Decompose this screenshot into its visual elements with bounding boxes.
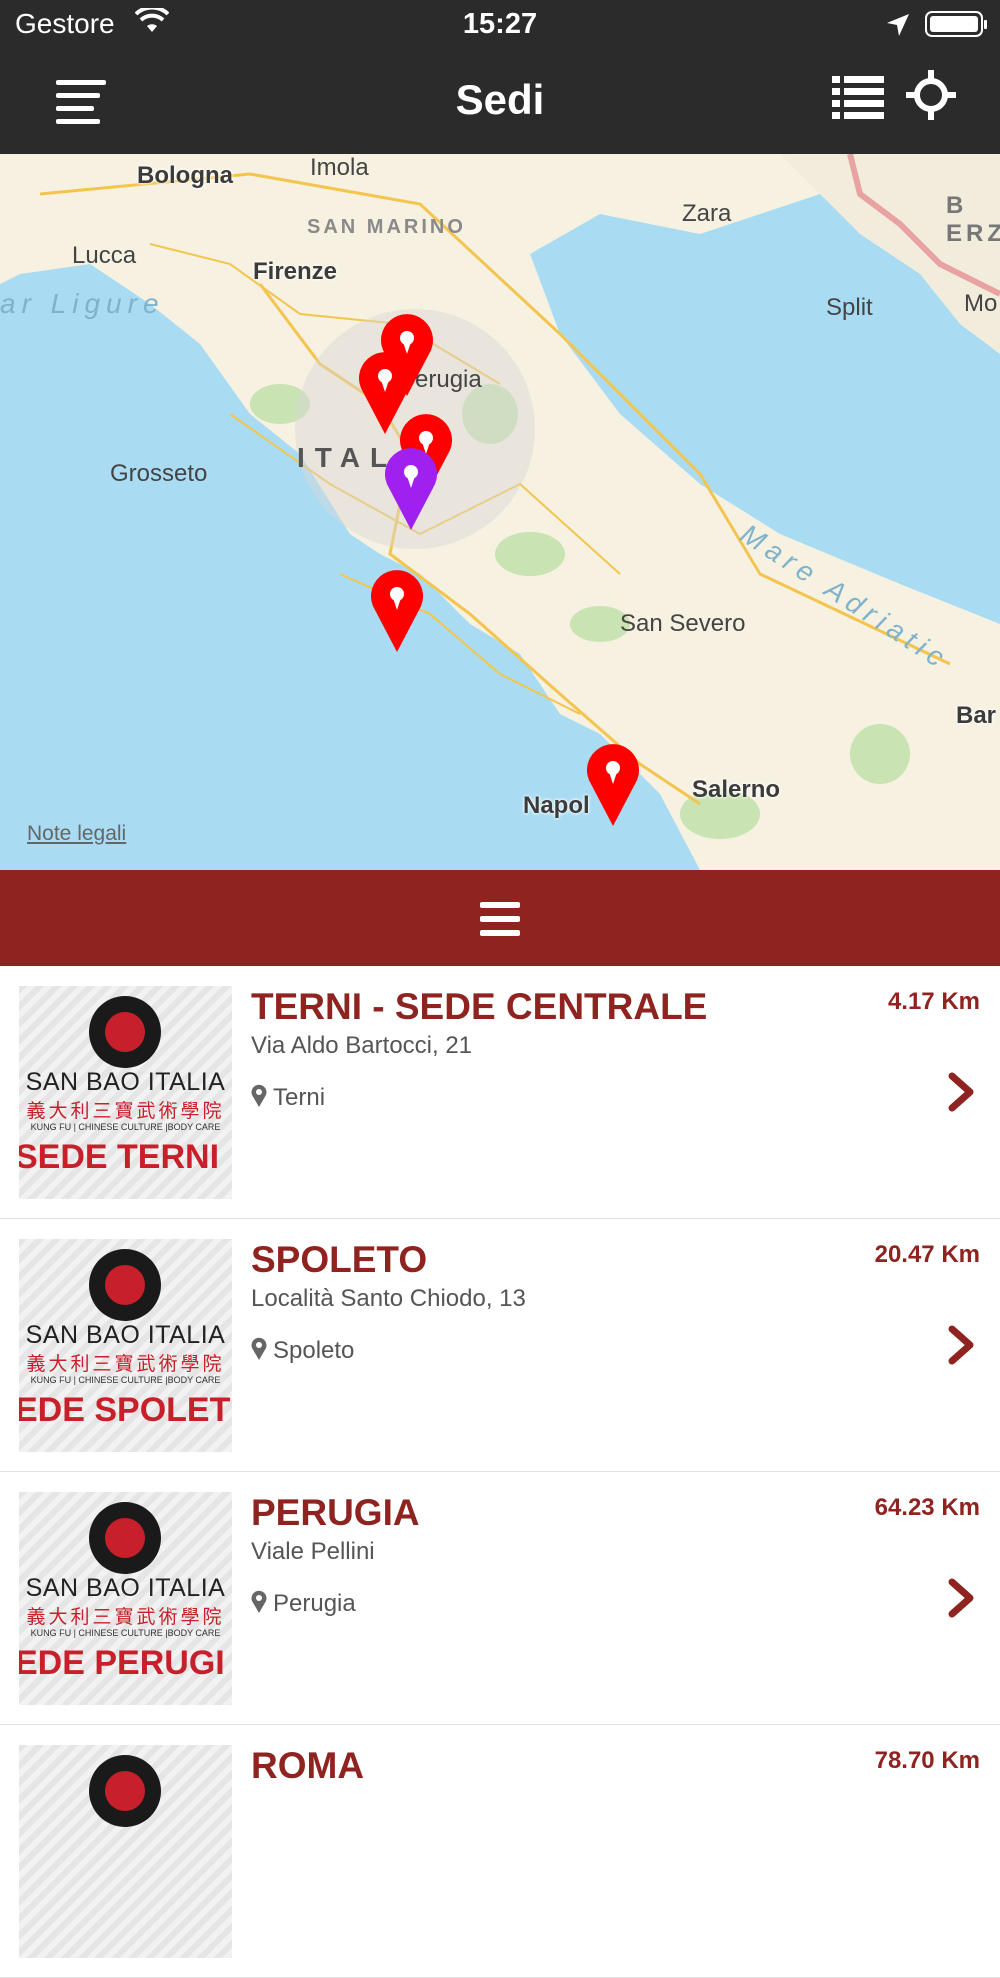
logo-seal (89, 1502, 161, 1574)
location-name: ROMA (251, 1745, 365, 1786)
map-label-san-marino: SAN MARINO (307, 216, 466, 238)
list-icon[interactable] (832, 74, 884, 120)
location-name: PERUGIA (251, 1492, 420, 1533)
thumb-sede: EDE PERUGI (19, 1644, 225, 1682)
map-marker-icon (251, 1084, 267, 1115)
map-label-bari: Bar (956, 702, 997, 729)
map-pin-napoli[interactable] (585, 744, 641, 828)
location-distance: 4.17 Km (887, 988, 980, 1015)
thumb-tagline: KUNG FU | CHINESE CULTURE |BODY CARE (30, 1122, 221, 1132)
location-thumbnail: SAN BAO ITALIA 義大利三寶武術學院 KUNG FU | CHINE… (19, 1492, 232, 1705)
location-thumbnail: SAN BAO ITALIA 義大利三寶武術學院 KUNG FU | CHINE… (19, 986, 232, 1199)
legal-notes-link[interactable]: Note legali (27, 822, 126, 846)
list-item[interactable]: SAN BAO ITALIA 義大利三寶武術學院 KUNG FU | CHINE… (0, 1219, 1000, 1472)
map-label-grosseto: Grosseto (110, 460, 208, 487)
map-label-salerno: Salerno (692, 776, 781, 803)
location-address: Viale Pellini (251, 1538, 375, 1565)
thumb-brand: SAN BAO ITALIA (25, 1068, 226, 1096)
map-background (0, 154, 1000, 870)
map-label-split: Split (826, 294, 873, 321)
map-marker-icon (251, 1590, 267, 1621)
map-label-erz: B ERZ (946, 192, 1000, 247)
map-view[interactable]: Bologna Imola SAN MARINO Zara Lucca Fire… (0, 154, 1000, 870)
location-city-label: Perugia (273, 1590, 356, 1617)
chevron-right-icon[interactable] (946, 1578, 976, 1618)
map-label-mar-ligure: ar Ligure (0, 288, 165, 319)
logo-seal (89, 1755, 161, 1827)
chevron-right-icon[interactable] (946, 1325, 976, 1365)
map-label-zara: Zara (682, 200, 732, 227)
thumb-sede: SEDE TERNI (19, 1138, 220, 1176)
map-label-mo: Mo (964, 290, 998, 317)
location-distance: 20.47 Km (874, 1241, 980, 1268)
map-pin-roma[interactable] (369, 570, 425, 654)
thumb-chinese: 義大利三寶武術學院 (26, 1101, 225, 1122)
thumb-tagline: KUNG FU | CHINESE CULTURE |BODY CARE (30, 1628, 221, 1638)
thumb-brand: SAN BAO ITALIA (25, 1321, 226, 1349)
hamburger-icon[interactable] (480, 902, 520, 936)
clock: 15:27 (462, 8, 538, 40)
location-address: Via Aldo Bartocci, 21 (251, 1032, 473, 1059)
thumb-brand: SAN BAO ITALIA (25, 1574, 226, 1602)
list-item[interactable]: SAN BAO ITALIA 義大利三寶武術學院 KUNG FU | CHINE… (0, 966, 1000, 1219)
list-item[interactable]: ROMA 78.70 Km (0, 1725, 1000, 1978)
status-bar: Gestore 15:27 (0, 0, 1000, 50)
map-pin-current-location[interactable] (383, 448, 439, 532)
location-city: Spoleto (251, 1337, 354, 1368)
location-address: Località Santo Chiodo, 13 (251, 1285, 526, 1312)
location-distance: 78.70 Km (874, 1747, 980, 1774)
locations-list: SAN BAO ITALIA 義大利三寶武術學院 KUNG FU | CHINE… (0, 966, 1000, 1978)
location-arrow-icon (885, 12, 911, 43)
map-marker-icon (251, 1337, 267, 1368)
map-label-bologna: Bologna (137, 162, 233, 189)
location-city: Terni (251, 1084, 325, 1115)
location-name: TERNI - SEDE CENTRALE (251, 986, 708, 1027)
list-toggle-bar[interactable] (0, 870, 1000, 966)
location-name: SPOLETO (251, 1239, 428, 1280)
thumb-sede: EDE SPOLET (19, 1391, 231, 1429)
map-label-napoli: Napol (523, 792, 590, 819)
location-thumbnail (19, 1745, 232, 1958)
thumb-chinese: 義大利三寶武術學院 (26, 1607, 225, 1628)
crosshair-icon[interactable] (906, 70, 956, 120)
logo-seal (89, 1249, 161, 1321)
map-label-lucca: Lucca (72, 242, 137, 269)
list-item[interactable]: SAN BAO ITALIA 義大利三寶武術學院 KUNG FU | CHINE… (0, 1472, 1000, 1725)
thumb-chinese: 義大利三寶武術學院 (26, 1354, 225, 1375)
thumb-tagline: KUNG FU | CHINESE CULTURE |BODY CARE (30, 1375, 221, 1385)
nav-bar: Sedi (0, 50, 1000, 154)
map-label-firenze: Firenze (253, 258, 338, 285)
location-distance: 64.23 Km (874, 1494, 980, 1521)
map-label-imola: Imola (310, 154, 369, 181)
map-label-san-severo: San Severo (620, 610, 746, 637)
logo-seal (89, 996, 161, 1068)
location-city-label: Spoleto (273, 1337, 355, 1364)
location-city: Perugia (251, 1590, 356, 1621)
location-city-label: Terni (273, 1084, 326, 1111)
battery-icon (925, 11, 987, 37)
chevron-right-icon[interactable] (946, 1072, 976, 1112)
location-thumbnail: SAN BAO ITALIA 義大利三寶武術學院 KUNG FU | CHINE… (19, 1239, 232, 1452)
